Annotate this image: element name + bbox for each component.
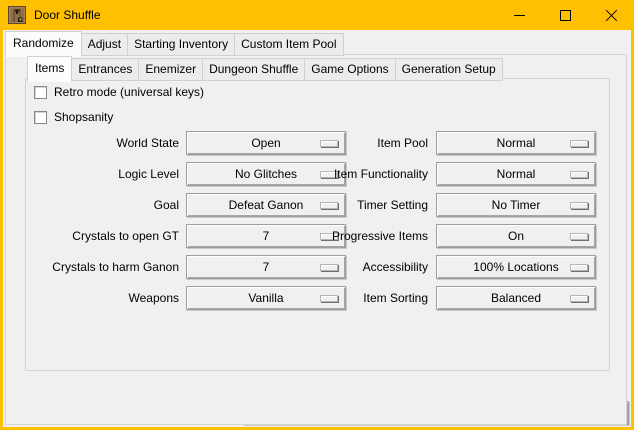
- tab-randomize[interactable]: Randomize: [5, 31, 82, 57]
- item-functionality-value: Normal: [497, 163, 536, 185]
- tab-custom-item-pool[interactable]: Custom Item Pool: [234, 33, 343, 56]
- progressive-items-dropdown[interactable]: On: [436, 224, 596, 248]
- crystals-harm-ganon-label: Crystals to harm Ganon: [26, 255, 179, 279]
- shopsanity-row: Shopsanity: [34, 110, 113, 124]
- timer-setting-value: No Timer: [492, 194, 541, 216]
- accessibility-dropdown[interactable]: 100% Locations: [436, 255, 596, 279]
- tab-items[interactable]: Items: [27, 56, 72, 82]
- dropdown-indicator-icon: [570, 295, 588, 302]
- progressive-items-label: Progressive Items: [276, 224, 428, 248]
- window-title: Door Shuffle: [34, 8, 101, 22]
- dropdown-indicator-icon: [570, 233, 588, 240]
- item-functionality-label: Item Functionality: [276, 162, 428, 186]
- accessibility-value: 100% Locations: [473, 256, 558, 278]
- tab-adjust[interactable]: Adjust: [81, 33, 128, 56]
- tab-game-options[interactable]: Game Options: [304, 58, 395, 81]
- app-window: Door Shuffle Randomize Adjust Starting I…: [0, 0, 634, 430]
- world-state-label: World State: [26, 131, 179, 155]
- crystals-open-gt-label: Crystals to open GT: [26, 224, 179, 248]
- item-pool-dropdown[interactable]: Normal: [436, 131, 596, 155]
- items-tab-pane: Retro mode (universal keys) Shopsanity W…: [25, 78, 610, 371]
- dropdown-indicator-icon: [570, 140, 588, 147]
- client-area: Randomize Adjust Starting Inventory Cust…: [3, 30, 631, 427]
- retro-mode-label: Retro mode (universal keys): [54, 85, 204, 99]
- crystals-harm-ganon-value: 7: [263, 256, 270, 278]
- minimize-icon: [514, 15, 525, 16]
- maximize-icon: [560, 10, 571, 21]
- titlebar[interactable]: Door Shuffle: [0, 0, 634, 30]
- weapons-label: Weapons: [26, 286, 179, 310]
- tab-enemizer[interactable]: Enemizer: [138, 58, 203, 81]
- retro-mode-row: Retro mode (universal keys): [34, 85, 204, 99]
- item-pool-value: Normal: [497, 132, 536, 154]
- item-pool-label: Item Pool: [276, 131, 428, 155]
- maximize-button[interactable]: [542, 0, 588, 30]
- goal-label: Goal: [26, 193, 179, 217]
- logic-level-label: Logic Level: [26, 162, 179, 186]
- dropdown-indicator-icon: [570, 264, 588, 271]
- dropdown-indicator-icon: [570, 202, 588, 209]
- timer-setting-label: Timer Setting: [276, 193, 428, 217]
- tab-starting-inventory[interactable]: Starting Inventory: [127, 33, 235, 56]
- inner-tab-bar: Items Entrances Enemizer Dungeon Shuffle…: [27, 56, 502, 81]
- item-sorting-label: Item Sorting: [276, 286, 428, 310]
- retro-mode-checkbox[interactable]: [34, 86, 47, 99]
- accessibility-label: Accessibility: [276, 255, 428, 279]
- tab-dungeon-shuffle[interactable]: Dungeon Shuffle: [202, 58, 305, 81]
- item-sorting-dropdown[interactable]: Balanced: [436, 286, 596, 310]
- progressive-items-value: On: [508, 225, 524, 247]
- tab-generation-setup[interactable]: Generation Setup: [395, 58, 503, 81]
- minimize-button[interactable]: [496, 0, 542, 30]
- timer-setting-dropdown[interactable]: No Timer: [436, 193, 596, 217]
- close-icon: [605, 9, 618, 22]
- dropdown-indicator-icon: [570, 171, 588, 178]
- door-app-icon: [8, 6, 26, 24]
- item-functionality-dropdown[interactable]: Normal: [436, 162, 596, 186]
- tab-entrances[interactable]: Entrances: [71, 58, 139, 81]
- window-controls: [496, 0, 634, 30]
- crystals-open-gt-value: 7: [263, 225, 270, 247]
- shopsanity-checkbox[interactable]: [34, 111, 47, 124]
- close-button[interactable]: [588, 0, 634, 30]
- outer-tab-bar: Randomize Adjust Starting Inventory Cust…: [5, 31, 343, 56]
- shopsanity-label: Shopsanity: [54, 110, 113, 124]
- item-sorting-value: Balanced: [491, 287, 541, 309]
